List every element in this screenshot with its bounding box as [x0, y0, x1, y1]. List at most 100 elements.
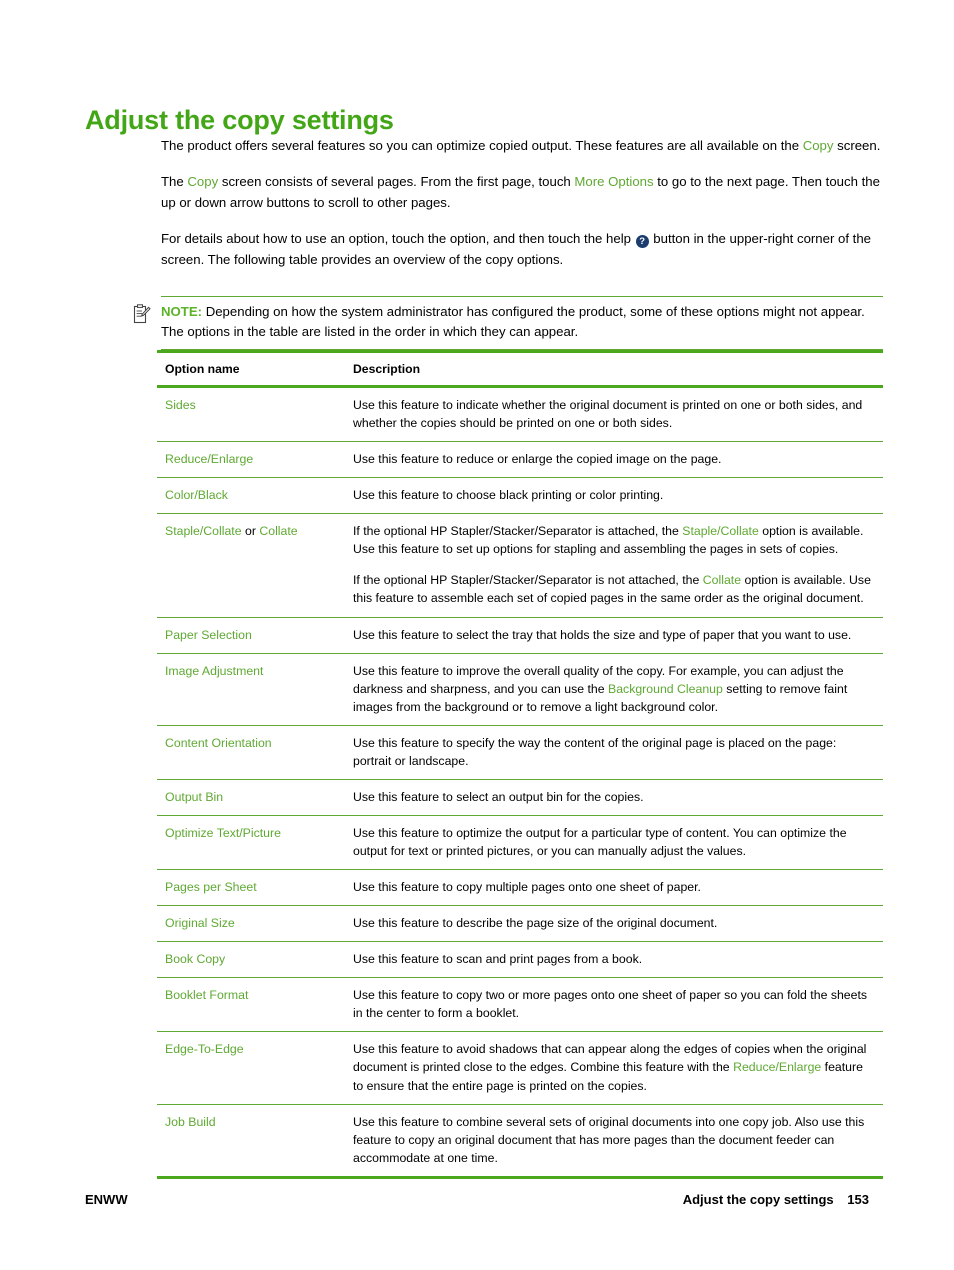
- table-row: Job Build Use this feature to combine sev…: [157, 1104, 883, 1177]
- note-body: Depending on how the system administrato…: [161, 304, 865, 340]
- option-description-cell: Use this feature to reduce or enlarge th…: [345, 441, 883, 479]
- option-name-cell: Sides: [157, 386, 345, 443]
- option-description-cell: Use this feature to copy two or more pag…: [345, 977, 883, 1033]
- table-row: Color/Black Use this feature to choose bl…: [157, 477, 883, 515]
- description-paragraph: Use this feature to copy two or more pag…: [353, 986, 875, 1022]
- option-description-cell: Use this feature to specify the way the …: [345, 725, 883, 780]
- ui-term: Collate: [259, 524, 298, 539]
- table-row: Reduce/Enlarge Use this feature to reduce…: [157, 441, 883, 479]
- description-paragraph: Use this feature to choose black printin…: [353, 486, 875, 504]
- description-paragraph: Use this feature to optimize the output …: [353, 824, 875, 860]
- option-description-cell: Use this feature to combine several sets…: [345, 1104, 883, 1177]
- table-row: Image Adjustment Use this feature to impr…: [157, 653, 883, 726]
- option-name-cell: Pages per Sheet: [157, 869, 345, 907]
- ui-term: Background Cleanup: [608, 681, 723, 696]
- intro-paragraph-3: For details about how to use an option, …: [161, 229, 883, 270]
- description-paragraph: Use this feature to copy multiple pages …: [353, 878, 875, 896]
- footer-section-ref: Adjust the copy settings 153: [683, 1192, 869, 1207]
- option-description-cell: Use this feature to copy multiple pages …: [345, 869, 883, 907]
- description-paragraph: Use this feature to avoid shadows that c…: [353, 1040, 875, 1094]
- ui-term: Edge-To-Edge: [165, 1042, 244, 1057]
- ui-term: Copy: [187, 174, 219, 190]
- table-header-row: Option name Description: [157, 351, 883, 388]
- text-run: Use this feature to optimize the output …: [353, 825, 847, 858]
- ui-term: Booklet Format: [165, 988, 249, 1003]
- footer-locale: ENWW: [85, 1192, 128, 1207]
- note-admonition: NOTE: Depending on how the system admini…: [133, 296, 883, 350]
- option-description-cell: Use this feature to improve the overall …: [345, 653, 883, 726]
- ui-term: Content Orientation: [165, 735, 272, 750]
- description-paragraph: Use this feature to select an output bin…: [353, 788, 875, 806]
- table-row: Optimize Text/Picture Use this feature to…: [157, 815, 883, 871]
- text-run: Use this feature to reduce or enlarge th…: [353, 452, 722, 467]
- option-name-cell: Output Bin: [157, 779, 345, 816]
- option-description-cell: If the optional HP Stapler/Stacker/Separ…: [345, 513, 883, 618]
- option-name-cell: Image Adjustment: [157, 653, 345, 726]
- ui-term: Collate: [702, 573, 742, 588]
- description-paragraph: Use this feature to improve the overall …: [353, 662, 875, 716]
- text-run: Use this feature to describe the page si…: [353, 916, 718, 931]
- copy-options-table-wrapper: Option name Description Sides Use this fe…: [157, 350, 883, 1179]
- option-description-cell: Use this feature to scan and print pages…: [345, 941, 883, 979]
- ui-term: Original Size: [165, 916, 235, 931]
- copy-options-table: Option name Description Sides Use this fe…: [157, 350, 883, 1179]
- table-body: Sides Use this feature to indicate whethe…: [157, 386, 883, 1178]
- note-label: NOTE:: [161, 304, 203, 319]
- description-paragraph: If the optional HP Stapler/Stacker/Separ…: [353, 522, 875, 558]
- table-row: Booklet Format Use this feature to copy t…: [157, 977, 883, 1033]
- text-run: Use this feature to indicate whether the…: [353, 398, 863, 431]
- text-run: Use this feature to select an output bin…: [353, 789, 644, 804]
- option-description-cell: Use this feature to describe the page si…: [345, 905, 883, 943]
- document-page: Adjust the copy settings The product off…: [0, 0, 954, 1270]
- ui-term: Book Copy: [165, 952, 226, 967]
- ui-term: Staple/Collate: [682, 524, 759, 539]
- ui-term: Pages per Sheet: [165, 880, 257, 895]
- option-name-cell: Original Size: [157, 905, 345, 943]
- ui-term: Reduce/Enlarge: [165, 452, 254, 467]
- page-number: 153: [847, 1192, 869, 1207]
- option-name-cell: Book Copy: [157, 941, 345, 979]
- ui-term: Color/Black: [165, 488, 228, 503]
- column-header-description: Description: [345, 351, 883, 388]
- option-description-cell: Use this feature to choose black printin…: [345, 477, 883, 515]
- table-row: Original Size Use this feature to describ…: [157, 905, 883, 943]
- text-run: If the optional HP Stapler/Stacker/Separ…: [353, 573, 703, 588]
- text-run: For details about how to use an option, …: [161, 231, 635, 247]
- ui-term: Output Bin: [165, 789, 224, 804]
- ui-term: Sides: [165, 398, 196, 412]
- table-row: Pages per Sheet Use this feature to copy …: [157, 869, 883, 907]
- intro-paragraphs: The product offers several features so y…: [161, 136, 883, 270]
- text-run: The product offers several features so y…: [161, 138, 803, 153]
- option-name-cell: Paper Selection: [157, 617, 345, 654]
- ui-term: Optimize Text/Picture: [165, 825, 281, 840]
- option-description-cell: Use this feature to select the tray that…: [345, 617, 883, 654]
- text-run: Use this feature to scan and print pages…: [353, 952, 643, 967]
- column-header-option-name: Option name: [157, 351, 345, 388]
- text-run: If the optional HP Stapler/Stacker/Separ…: [353, 524, 683, 539]
- option-name-cell: Optimize Text/Picture: [157, 815, 345, 871]
- ui-term: Reduce/Enlarge: [733, 1060, 822, 1075]
- description-paragraph: Use this feature to indicate whether the…: [353, 396, 875, 432]
- text-run: Use this feature to copy multiple pages …: [353, 880, 701, 895]
- ui-term: Staple/Collate: [165, 524, 242, 539]
- option-description-cell: Use this feature to optimize the output …: [345, 815, 883, 871]
- table-row: Staple/Collate or Collate If the optional…: [157, 513, 883, 618]
- text-run: Use this feature to specify the way the …: [353, 735, 837, 768]
- footer-section-title: Adjust the copy settings: [682, 1192, 834, 1207]
- table-header: Option name Description: [157, 351, 883, 388]
- table-row: Edge-To-Edge Use this feature to avoid sh…: [157, 1031, 883, 1105]
- option-description-cell: Use this feature to avoid shadows that c…: [345, 1031, 883, 1105]
- description-paragraph: Use this feature to combine several sets…: [353, 1113, 875, 1167]
- ui-term: Image Adjustment: [165, 663, 264, 678]
- table-row: Content Orientation Use this feature to s…: [157, 725, 883, 780]
- text-run: or: [241, 524, 260, 539]
- text-run: screen consists of several pages. From t…: [218, 174, 575, 190]
- text-run: Use this feature to select the tray that…: [353, 627, 852, 642]
- option-name-cell: Staple/Collate or Collate: [157, 513, 345, 618]
- help-icon: ?: [635, 235, 649, 249]
- note-box: NOTE: Depending on how the system admini…: [161, 296, 883, 350]
- description-paragraph: Use this feature to scan and print pages…: [353, 950, 875, 968]
- ui-term: Paper Selection: [165, 627, 252, 642]
- option-name-cell: Reduce/Enlarge: [157, 441, 345, 479]
- option-name-cell: Booklet Format: [157, 977, 345, 1033]
